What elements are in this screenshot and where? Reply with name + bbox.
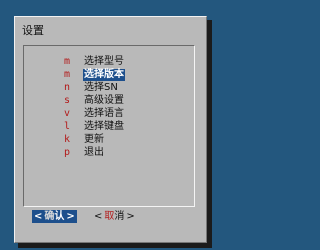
dialog-title: 设置 bbox=[22, 24, 44, 37]
menu-item-select-language[interactable]: v 选择语言 bbox=[24, 108, 194, 120]
button-hotkey: 确 bbox=[44, 211, 55, 222]
menu-item-label: 选择语言 bbox=[84, 108, 124, 119]
menu-item-select-keyboard[interactable]: l 选择键盘 bbox=[24, 121, 194, 133]
menu-item-label: 高级设置 bbox=[84, 95, 124, 106]
menu-item-tag: p bbox=[64, 147, 71, 158]
menu-list: m 选择型号 m 选择版本 n 选择SN s 高级设置 v 选择语言 l 选择键… bbox=[23, 45, 195, 207]
menu-item-select-version[interactable]: m 选择版本 bbox=[24, 69, 194, 81]
menu-item-tag: m bbox=[64, 56, 71, 67]
menu-item-tag: s bbox=[64, 95, 71, 106]
menu-item-label: 选择型号 bbox=[84, 56, 124, 67]
menu-item-tag: n bbox=[64, 82, 71, 93]
button-bracket-right: > bbox=[126, 211, 135, 222]
cancel-button[interactable]: < 取消 > bbox=[92, 210, 137, 223]
button-bracket-left: < bbox=[94, 211, 103, 222]
settings-dialog: 设置 m 选择型号 m 选择版本 n 选择SN s 高级设置 v 选择语言 l … bbox=[14, 16, 207, 243]
menu-item-label: 选择SN bbox=[84, 82, 118, 93]
button-bracket-left: < bbox=[34, 211, 43, 222]
button-label-rest: 消 bbox=[114, 211, 125, 222]
menu-item-advanced-settings[interactable]: s 高级设置 bbox=[24, 95, 194, 107]
button-bar: < 确认 > < 取消 > bbox=[15, 210, 206, 226]
menu-item-select-model[interactable]: m 选择型号 bbox=[24, 56, 194, 68]
menu-item-tag: l bbox=[64, 121, 71, 132]
button-label-rest: 认 bbox=[54, 211, 65, 222]
menu-item-exit[interactable]: p 退出 bbox=[24, 147, 194, 159]
menu-item-label: 退出 bbox=[84, 147, 104, 158]
menu-item-select-sn[interactable]: n 选择SN bbox=[24, 82, 194, 94]
menu-item-label: 更新 bbox=[84, 134, 104, 145]
menu-item-tag: k bbox=[64, 134, 71, 145]
menu-item-tag: v bbox=[64, 108, 71, 119]
menu-item-tag: m bbox=[64, 69, 71, 80]
menu-item-label: 选择键盘 bbox=[84, 121, 124, 132]
menu-item-update[interactable]: k 更新 bbox=[24, 134, 194, 146]
menu-item-label: 选择版本 bbox=[83, 69, 125, 81]
button-bracket-right: > bbox=[66, 211, 75, 222]
ok-button[interactable]: < 确认 > bbox=[32, 210, 77, 223]
button-hotkey: 取 bbox=[104, 211, 115, 222]
